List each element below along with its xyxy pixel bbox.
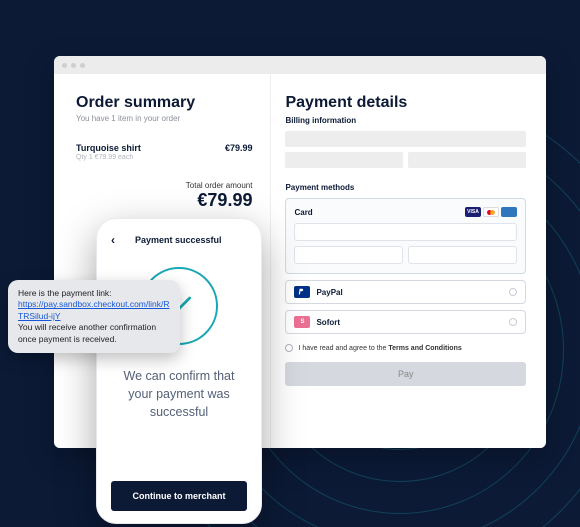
sofort-icon: S (294, 316, 310, 328)
order-subtitle: You have 1 item in your order (76, 114, 252, 123)
amex-icon (501, 207, 517, 217)
card-number-input[interactable] (294, 223, 517, 241)
phone-header: Payment successful (135, 235, 222, 245)
card-expiry-input[interactable] (294, 246, 403, 264)
paypal-method[interactable]: PayPal (285, 280, 526, 304)
total-label: Total order amount (76, 181, 252, 190)
radio-icon (509, 288, 517, 296)
billing-field[interactable] (285, 131, 526, 147)
paypal-label: PayPal (316, 288, 342, 297)
confirmation-text: We can confirm that your payment was suc… (118, 367, 241, 421)
line-item: Turquoise shirt €79.99 (76, 143, 252, 153)
billing-field[interactable] (285, 152, 403, 168)
continue-button[interactable]: Continue to merchant (111, 481, 247, 511)
sofort-method[interactable]: S Sofort (285, 310, 526, 334)
message-bubble: Here is the payment link: https://pay.sa… (8, 280, 180, 353)
terms-checkbox[interactable] (285, 344, 293, 352)
card-method[interactable]: Card VISA (285, 198, 526, 274)
visa-icon: VISA (465, 207, 481, 217)
terms-row[interactable]: I have read and agree to the Terms and C… (285, 344, 526, 352)
item-subtext: Qty 1 €79.99 each (76, 154, 252, 161)
paypal-icon (294, 286, 310, 298)
item-price: €79.99 (225, 143, 253, 153)
phone-mockup: ‹ Payment successful We can confirm that… (96, 218, 262, 524)
billing-label: Billing information (285, 116, 526, 125)
card-label: Card (294, 208, 312, 217)
card-badges: VISA (465, 207, 517, 217)
payment-link[interactable]: https://pay.sandbox.checkout.com/link/RT… (18, 299, 170, 320)
pay-button[interactable]: Pay (285, 362, 526, 386)
total-amount: €79.99 (76, 190, 252, 211)
billing-field[interactable] (408, 152, 526, 168)
payment-title: Payment details (285, 94, 526, 112)
radio-icon (509, 318, 517, 326)
bubble-text: You will receive another confirmation on… (18, 322, 170, 345)
window-titlebar (54, 56, 546, 74)
item-name: Turquoise shirt (76, 143, 141, 153)
sofort-label: Sofort (316, 318, 340, 327)
back-icon[interactable]: ‹ (111, 233, 115, 247)
methods-label: Payment methods (285, 183, 526, 192)
terms-link[interactable]: Terms and Conditions (388, 345, 461, 352)
mastercard-icon (483, 207, 499, 217)
bubble-text: Here is the payment link: (18, 288, 170, 299)
payment-details-pane: Payment details Billing information Paym… (270, 74, 546, 448)
card-cvv-input[interactable] (408, 246, 517, 264)
order-title: Order summary (76, 94, 252, 112)
